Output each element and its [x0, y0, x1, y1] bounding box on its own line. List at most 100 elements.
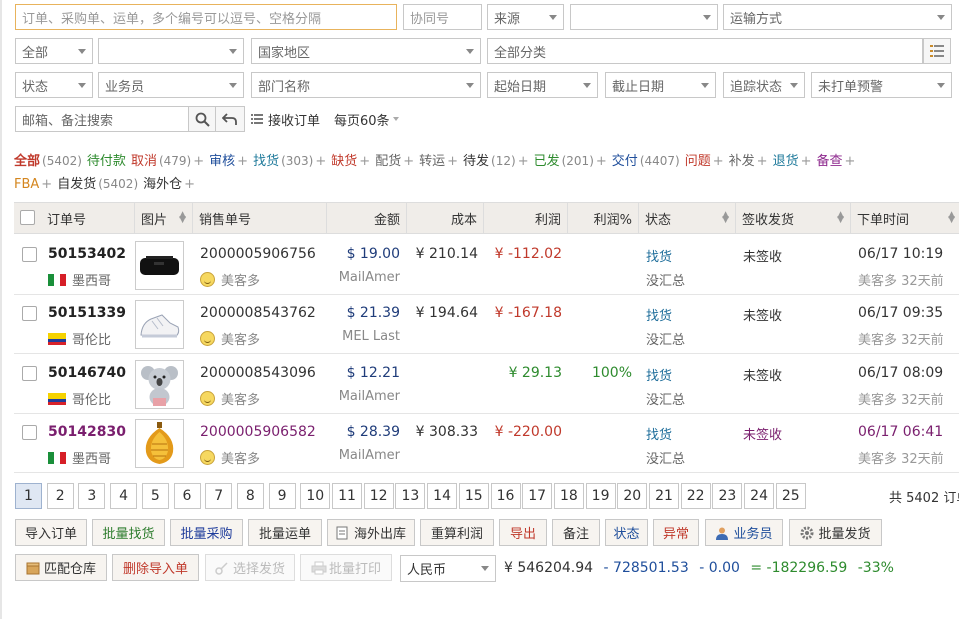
status-tab-b2[interactable]: 海外仓 +: [143, 173, 195, 192]
action-button-actions_row10[interactable]: 导入订单: [15, 519, 87, 546]
order-status[interactable]: 找货: [646, 365, 672, 384]
order-id[interactable]: 50153402: [48, 246, 126, 262]
shipping-method-select[interactable]: 运输方式: [723, 4, 952, 30]
action-button-actions_row110[interactable]: 业务员: [705, 519, 783, 546]
column-header-cost[interactable]: 成本: [407, 203, 484, 233]
page-button-7[interactable]: 7: [205, 483, 233, 509]
page-button-14[interactable]: 14: [427, 483, 458, 509]
department-select[interactable]: 部门名称: [251, 72, 481, 98]
salesperson-select[interactable]: 业务员: [98, 72, 244, 98]
category-tree-button[interactable]: [923, 38, 951, 64]
status-tab-a1[interactable]: 待付款: [87, 150, 126, 169]
page-button-25[interactable]: 25: [775, 483, 806, 509]
row-checkbox[interactable]: [22, 247, 37, 262]
category-select[interactable]: 全部分类: [487, 38, 923, 64]
page-button-21[interactable]: 21: [649, 483, 679, 509]
action-button-actions_row111[interactable]: 批量发货: [789, 519, 882, 546]
page-button-8[interactable]: 8: [236, 483, 264, 509]
status-select[interactable]: 状态: [15, 72, 93, 98]
status-tab-a9[interactable]: 已发 (201) +: [534, 150, 607, 169]
status-tab-b1[interactable]: 自发货 (5402): [57, 173, 138, 192]
per-page-select[interactable]: 每页60条: [334, 106, 399, 132]
product-thumbnail[interactable]: [135, 300, 184, 350]
page-button-16[interactable]: 16: [490, 483, 521, 509]
status-tab-a3[interactable]: 审核 +: [209, 150, 248, 169]
all-select[interactable]: 全部: [15, 38, 93, 64]
column-header-sign[interactable]: 签收发货 ▲ ▼: [736, 203, 851, 233]
page-button-24[interactable]: 24: [744, 483, 775, 509]
product-thumbnail[interactable]: [135, 418, 184, 468]
sales-number[interactable]: 2000008543096: [200, 365, 321, 381]
action-button-actions_row23[interactable]: 批量打印: [300, 554, 392, 581]
column-header-amount[interactable]: 金额: [327, 203, 407, 233]
action-button-actions_row21[interactable]: 删除导入单: [112, 554, 199, 581]
page-button-11[interactable]: 11: [332, 483, 362, 509]
product-thumbnail[interactable]: [135, 241, 184, 290]
action-button-actions_row18[interactable]: 状态: [605, 519, 648, 546]
sales-number[interactable]: 2000008543762: [200, 305, 321, 321]
action-button-actions_row17[interactable]: 备注: [552, 519, 600, 546]
column-header-profit[interactable]: 利润: [484, 203, 568, 233]
action-button-actions_row16[interactable]: 导出: [499, 519, 547, 546]
page-button-2[interactable]: 2: [46, 483, 74, 509]
order-id[interactable]: 50146740: [48, 365, 126, 381]
column-header-image[interactable]: 图片 ▲ ▼: [135, 203, 193, 233]
action-button-actions_row11[interactable]: 批量找货: [92, 519, 165, 546]
page-button-18[interactable]: 18: [553, 483, 584, 509]
page-button-17[interactable]: 17: [522, 483, 553, 509]
page-button-6[interactable]: 6: [173, 483, 201, 509]
row-checkbox[interactable]: [22, 424, 37, 440]
table-row[interactable]: 50146740 哥伦比 2000008543096 美客多 $ 12.21 MailAm…: [14, 355, 959, 414]
page-button-13[interactable]: 13: [395, 483, 426, 509]
blank-select-1[interactable]: [570, 4, 718, 30]
status-tab-b0[interactable]: FBA +: [14, 177, 52, 192]
source-select[interactable]: 来源: [487, 4, 564, 30]
currency-select[interactable]: 人民币: [400, 555, 496, 582]
row-checkbox[interactable]: [22, 306, 37, 322]
table-row[interactable]: 50142830 墨西哥 2000005906582 美客多 $ 28.39 MailAm…: [14, 414, 959, 473]
table-row[interactable]: 50151339 哥伦比 2000008543762 美客多 $ 21.39 MEL La…: [14, 295, 959, 355]
status-tab-a6[interactable]: 配货 +: [375, 150, 414, 169]
action-button-actions_row12[interactable]: 批量采购: [170, 519, 243, 546]
search-button[interactable]: [188, 106, 216, 132]
status-tab-a2[interactable]: 取消 (479) +: [131, 150, 204, 169]
status-tab-a12[interactable]: 补发 +: [729, 150, 768, 169]
action-button-actions_row15[interactable]: 重算利润: [420, 519, 494, 546]
order-status[interactable]: 找货: [646, 424, 672, 443]
order-status[interactable]: 找货: [646, 246, 672, 265]
status-tab-a8[interactable]: 待发 (12) +: [463, 150, 529, 169]
row-checkbox[interactable]: [22, 365, 37, 381]
page-button-23[interactable]: 23: [712, 483, 743, 509]
end-date-select[interactable]: 截止日期: [605, 72, 716, 98]
cooperate-number-input[interactable]: 协同号: [403, 4, 482, 30]
email-note-search-input[interactable]: 邮箱、备注搜索: [15, 106, 189, 132]
status-tab-a0[interactable]: 全部 (5402): [14, 150, 82, 169]
receive-orders-button[interactable]: 接收订单: [251, 106, 320, 132]
select-all-checkbox[interactable]: [20, 210, 35, 225]
action-button-actions_row20[interactable]: 匹配仓库: [15, 554, 107, 581]
status-tab-a11[interactable]: 问题 +: [685, 150, 724, 169]
status-tab-a10[interactable]: 交付 (4407): [612, 150, 680, 169]
column-header-order-time[interactable]: 下单时间 ▲ ▼: [851, 203, 959, 233]
status-tab-a4[interactable]: 找货 (303) +: [253, 150, 326, 169]
tracking-status-select[interactable]: 追踪状态: [723, 72, 805, 98]
reset-button[interactable]: [215, 106, 245, 132]
page-button-12[interactable]: 12: [363, 483, 394, 509]
order-search-input[interactable]: 订单、采购单、运单，多个编号可以逗号、空格分隔: [15, 4, 397, 30]
page-button-1[interactable]: 1: [15, 483, 42, 509]
blank-select-2[interactable]: [98, 38, 244, 64]
page-button-4[interactable]: 4: [110, 483, 138, 509]
page-button-10[interactable]: 10: [300, 483, 331, 509]
status-tab-a5[interactable]: 缺货 +: [331, 150, 370, 169]
page-button-20[interactable]: 20: [617, 483, 648, 509]
order-status[interactable]: 找货: [646, 305, 672, 324]
unprinted-warning-select[interactable]: 未打单预警: [811, 72, 952, 98]
page-button-5[interactable]: 5: [141, 483, 169, 509]
page-button-19[interactable]: 19: [585, 483, 616, 509]
start-date-select[interactable]: 起始日期: [487, 72, 598, 98]
country-select[interactable]: 国家地区: [251, 38, 481, 64]
order-id[interactable]: 50142830: [48, 424, 126, 440]
column-header-status[interactable]: 状态 ▲ ▼: [639, 203, 736, 233]
column-header-profit-pct[interactable]: 利润%: [568, 203, 639, 233]
sales-number[interactable]: 2000005906756: [200, 246, 321, 262]
